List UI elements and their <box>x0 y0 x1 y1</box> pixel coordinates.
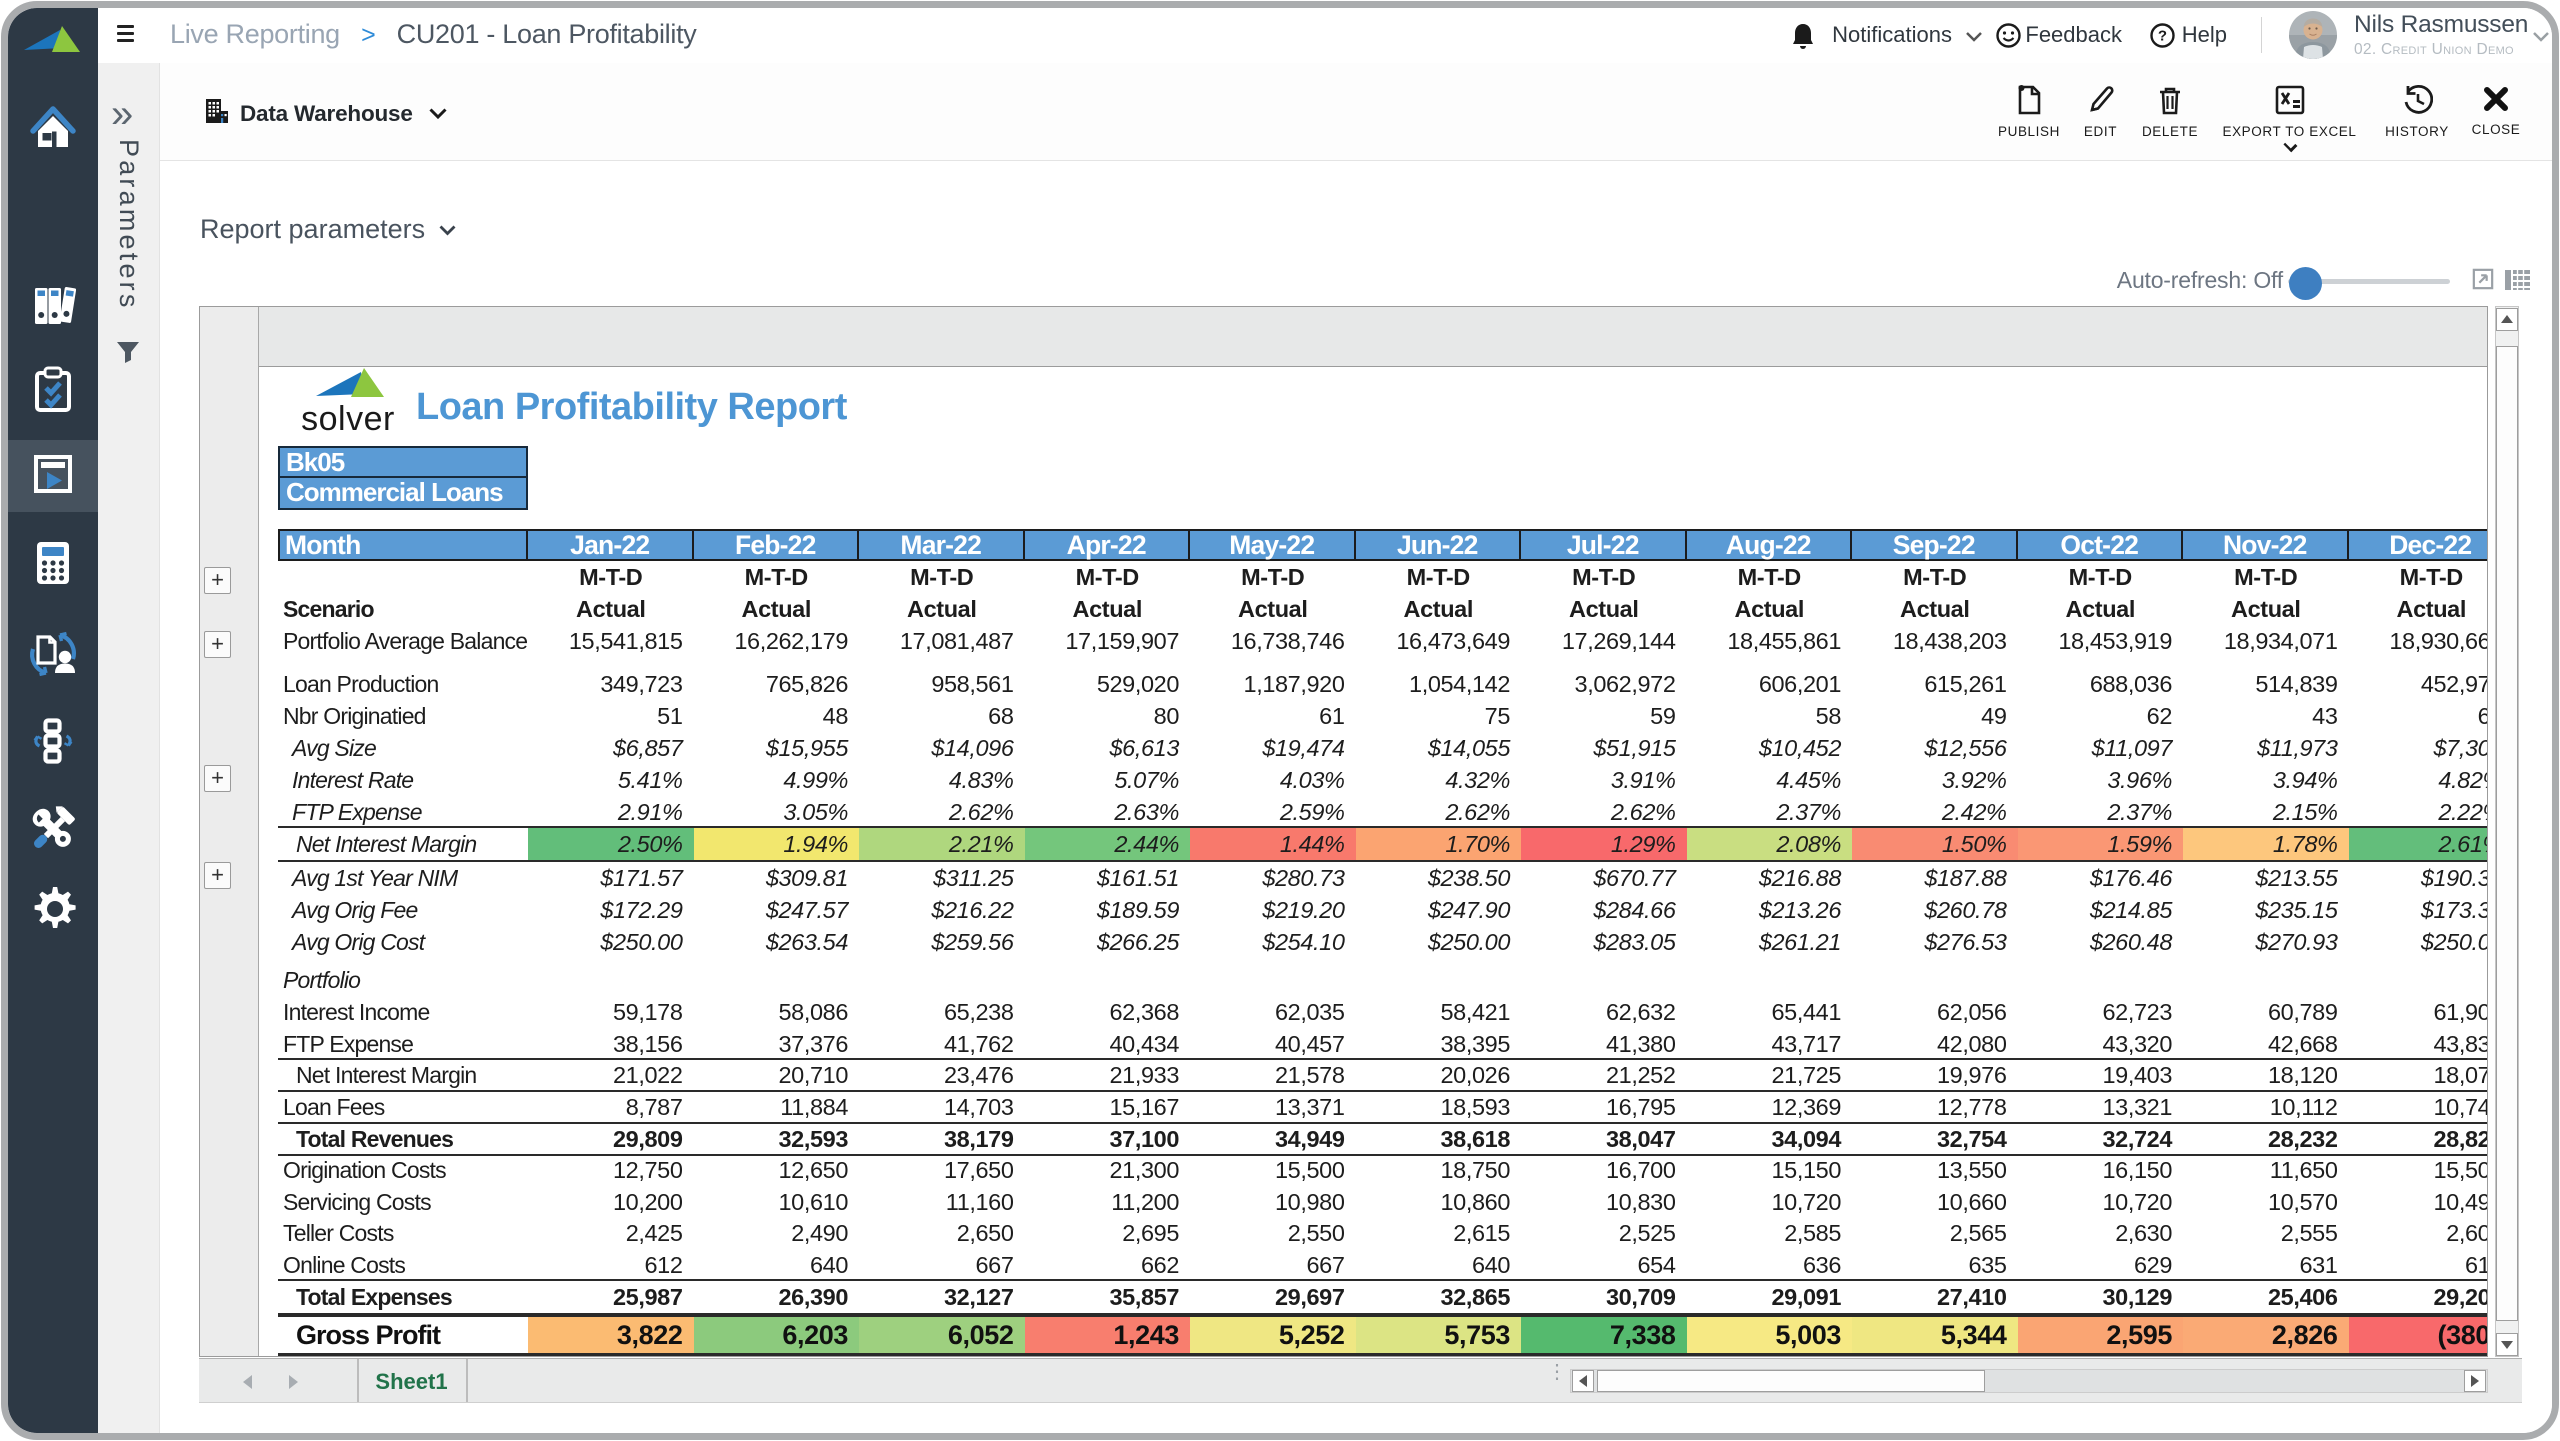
svg-text:?: ? <box>2158 28 2167 45</box>
